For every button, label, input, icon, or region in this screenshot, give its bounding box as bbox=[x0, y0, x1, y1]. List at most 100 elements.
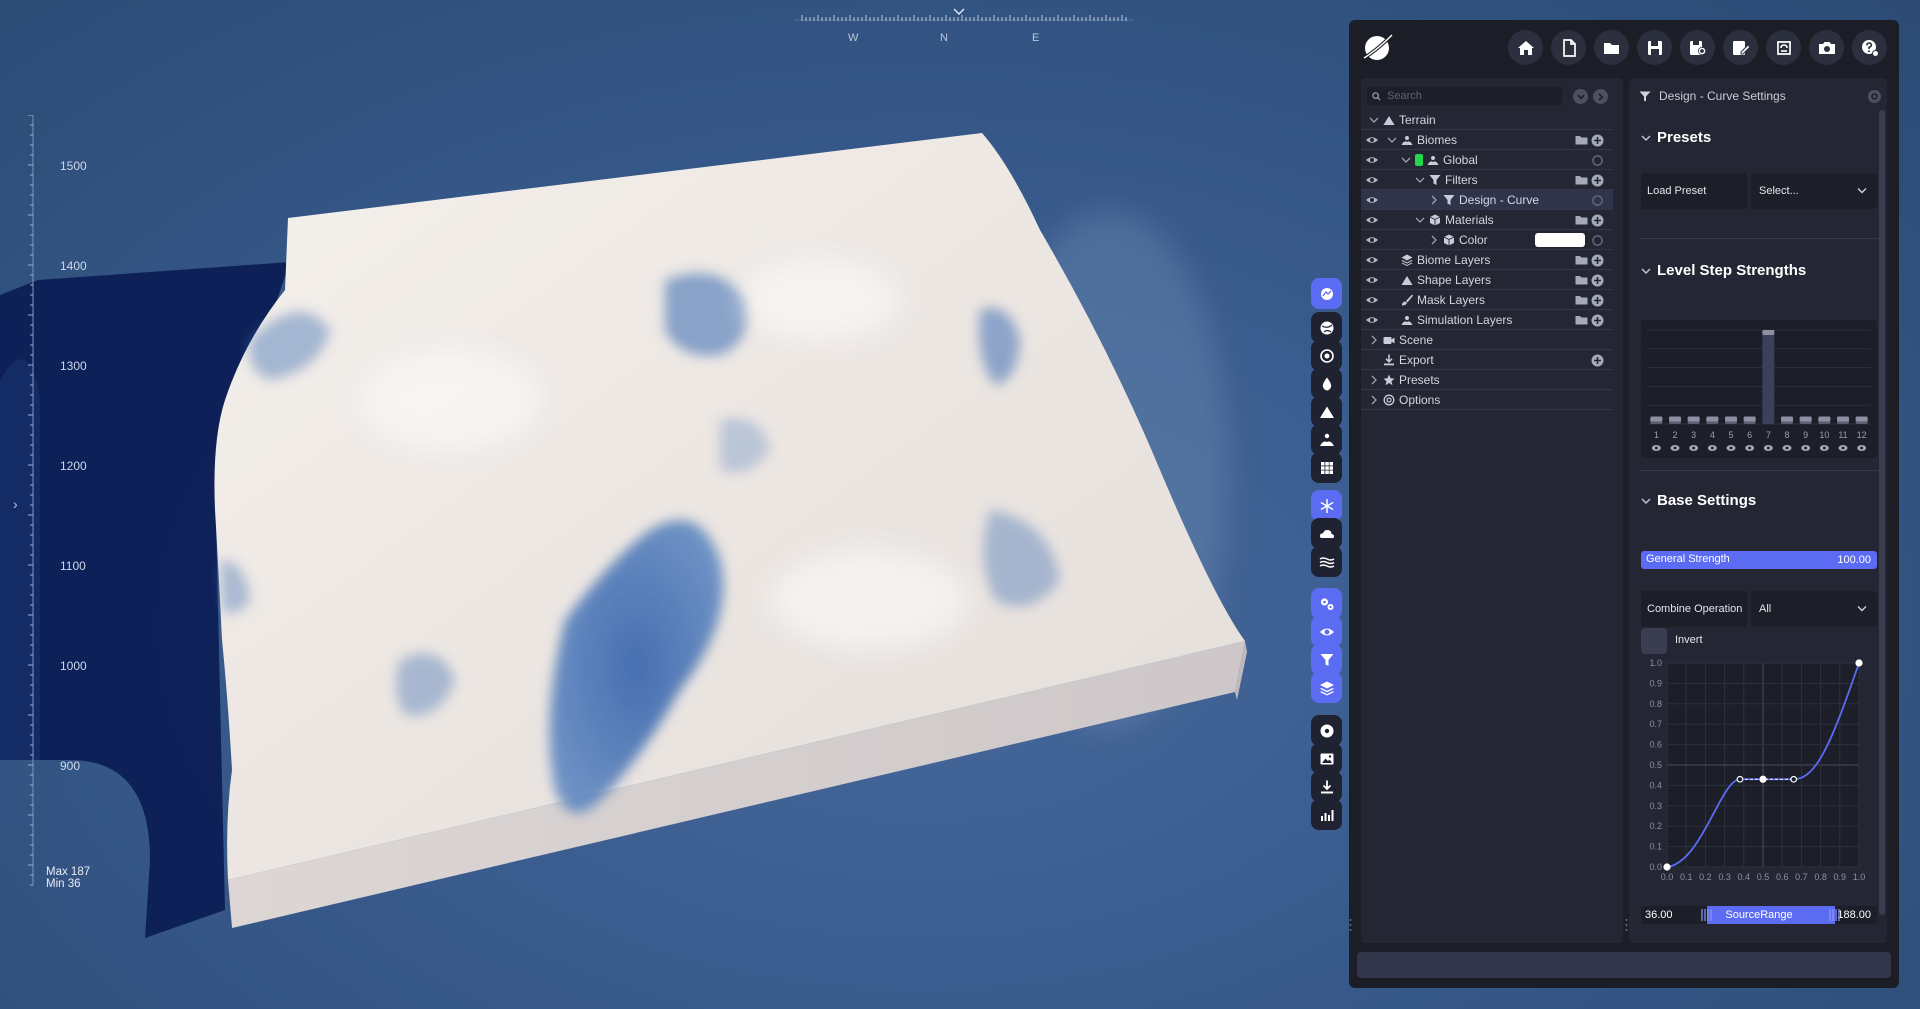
tree-item-design-curve[interactable]: Design - Curve bbox=[1361, 190, 1613, 210]
chart-tool-button[interactable] bbox=[1311, 799, 1342, 830]
chevron-down-icon[interactable] bbox=[1401, 155, 1411, 165]
range-handle-icon[interactable] bbox=[1701, 906, 1713, 924]
edit-file-button[interactable] bbox=[1723, 30, 1758, 65]
chevron-right-icon[interactable] bbox=[1369, 395, 1379, 405]
home-button[interactable] bbox=[1508, 30, 1543, 65]
visibility-eye-icon[interactable] bbox=[1365, 173, 1379, 187]
visibility-eye-icon[interactable] bbox=[1365, 193, 1379, 207]
tree-item-shape-layers[interactable]: Shape Layers bbox=[1361, 270, 1613, 290]
new-file-button[interactable] bbox=[1551, 30, 1586, 65]
add-icon[interactable] bbox=[1591, 354, 1604, 367]
tree-item-options[interactable]: Options bbox=[1361, 390, 1613, 410]
resize-grip-icon[interactable] bbox=[1625, 918, 1628, 932]
add-icon[interactable] bbox=[1591, 214, 1604, 227]
folder-icon[interactable] bbox=[1575, 134, 1588, 146]
settings-gear-icon[interactable] bbox=[1867, 89, 1882, 104]
tree-item-export[interactable]: Export bbox=[1361, 350, 1613, 370]
preset-select[interactable]: Select... bbox=[1751, 173, 1877, 209]
level-steps-heading[interactable]: Level Step Strengths bbox=[1657, 262, 1806, 279]
tree-item-global[interactable]: Global bbox=[1361, 150, 1613, 170]
combine-operation-select[interactable]: All bbox=[1751, 591, 1877, 627]
layers-icon[interactable] bbox=[1591, 154, 1604, 167]
save-as-button[interactable] bbox=[1680, 30, 1715, 65]
chevron-right-icon[interactable] bbox=[1429, 235, 1439, 245]
mountain-tool-button[interactable] bbox=[1311, 396, 1342, 427]
visibility-eye-icon[interactable] bbox=[1365, 253, 1379, 267]
tree-item-materials[interactable]: Materials bbox=[1361, 210, 1613, 230]
color-swatch[interactable] bbox=[1535, 233, 1585, 247]
chevron-down-icon[interactable] bbox=[1415, 215, 1425, 225]
add-icon[interactable] bbox=[1591, 254, 1604, 267]
help-button[interactable] bbox=[1852, 30, 1887, 65]
tree-item-presets[interactable]: Presets bbox=[1361, 370, 1613, 390]
visibility-eye-icon[interactable] bbox=[1365, 273, 1379, 287]
tree-item-biomes[interactable]: Biomes bbox=[1361, 130, 1613, 150]
collapse-all-button[interactable] bbox=[1573, 89, 1588, 104]
level-step-chart[interactable]: 1 2 3 4 5 6 7 8 9 10 11 12 bbox=[1641, 320, 1877, 458]
tree-item-filters[interactable]: Filters bbox=[1361, 170, 1613, 190]
tree-item-terrain[interactable]: Terrain bbox=[1361, 110, 1613, 130]
expand-left-icon[interactable]: › bbox=[13, 496, 18, 512]
stack-tool-button[interactable] bbox=[1311, 672, 1342, 703]
gears-tool-button[interactable] bbox=[1311, 588, 1342, 619]
folder-icon[interactable] bbox=[1575, 214, 1588, 226]
tree-item-simulation-layers[interactable]: Simulation Layers bbox=[1361, 310, 1613, 330]
globe-outline-tool-button[interactable] bbox=[1311, 340, 1342, 371]
chevron-down-icon[interactable] bbox=[1369, 115, 1379, 125]
resize-grip-icon[interactable] bbox=[1349, 918, 1352, 932]
range-handle-icon[interactable] bbox=[1828, 906, 1841, 924]
snowflake-tool-button[interactable] bbox=[1311, 490, 1342, 521]
visibility-eye-icon[interactable] bbox=[1365, 133, 1379, 147]
terrain-person-tool-button[interactable] bbox=[1311, 424, 1342, 455]
chevron-down-icon[interactable] bbox=[1387, 135, 1397, 145]
chevron-right-icon[interactable] bbox=[1369, 335, 1379, 345]
globe-tool-button[interactable] bbox=[1311, 312, 1342, 343]
add-icon[interactable] bbox=[1591, 174, 1604, 187]
filter-tool-button[interactable] bbox=[1311, 644, 1342, 675]
visibility-eye-icon[interactable] bbox=[1365, 153, 1379, 167]
folder-icon[interactable] bbox=[1575, 254, 1588, 266]
chevron-down-icon[interactable] bbox=[1641, 133, 1651, 143]
presets-heading[interactable]: Presets bbox=[1657, 129, 1711, 146]
tree-item-mask-layers[interactable]: Mask Layers bbox=[1361, 290, 1613, 310]
drop-tool-button[interactable] bbox=[1311, 368, 1342, 399]
cloud-tool-button[interactable] bbox=[1311, 518, 1342, 549]
folder-icon[interactable] bbox=[1575, 274, 1588, 286]
chevron-down-icon[interactable] bbox=[1641, 496, 1651, 506]
camera-button[interactable] bbox=[1809, 30, 1844, 65]
add-icon[interactable] bbox=[1591, 294, 1604, 307]
visibility-eye-icon[interactable] bbox=[1365, 293, 1379, 307]
add-icon[interactable] bbox=[1591, 134, 1604, 147]
add-icon[interactable] bbox=[1591, 274, 1604, 287]
search-input[interactable] bbox=[1387, 90, 1547, 102]
disc-tool-button[interactable] bbox=[1311, 715, 1342, 746]
eye-tool-button[interactable] bbox=[1311, 616, 1342, 647]
layers-lines-tool-button[interactable] bbox=[1311, 546, 1342, 577]
general-strength-slider[interactable]: General Strength 100.00 bbox=[1641, 551, 1877, 569]
visibility-eye-icon[interactable] bbox=[1365, 233, 1379, 247]
visibility-eye-icon[interactable] bbox=[1365, 313, 1379, 327]
chevron-down-icon[interactable] bbox=[1415, 175, 1425, 185]
image-tool-button[interactable] bbox=[1311, 743, 1342, 774]
expand-all-button[interactable] bbox=[1593, 89, 1608, 104]
tree-item-color[interactable]: Color bbox=[1361, 230, 1613, 250]
save-button[interactable] bbox=[1637, 30, 1672, 65]
grid-tool-button[interactable] bbox=[1311, 452, 1342, 483]
compass-bar[interactable]: W N E bbox=[794, 6, 1134, 46]
visibility-eye-icon[interactable] bbox=[1365, 213, 1379, 227]
sync-icon[interactable] bbox=[1591, 234, 1604, 247]
folder-icon[interactable] bbox=[1575, 314, 1588, 326]
sync-icon[interactable] bbox=[1591, 194, 1604, 207]
folder-icon[interactable] bbox=[1575, 174, 1588, 186]
biome-tool-button[interactable] bbox=[1311, 278, 1342, 309]
search-box[interactable] bbox=[1367, 87, 1562, 105]
chevron-down-icon[interactable] bbox=[1641, 266, 1651, 276]
source-range-slider[interactable]: 36.00 SourceRange 188.00 bbox=[1641, 906, 1877, 924]
app-logo-icon[interactable] bbox=[1361, 30, 1395, 64]
download-tool-button[interactable] bbox=[1311, 771, 1342, 802]
refresh-button[interactable] bbox=[1766, 30, 1801, 65]
curve-editor[interactable]: 0.0 0.0 0.1 0.1 0.2 0.2 0.3 0.3 0.4 0.4 0.5 0.5 0.6 0… bbox=[1637, 653, 1881, 893]
invert-checkbox[interactable] bbox=[1641, 628, 1667, 654]
tree-item-scene[interactable]: Scene bbox=[1361, 330, 1613, 350]
folder-icon[interactable] bbox=[1575, 294, 1588, 306]
